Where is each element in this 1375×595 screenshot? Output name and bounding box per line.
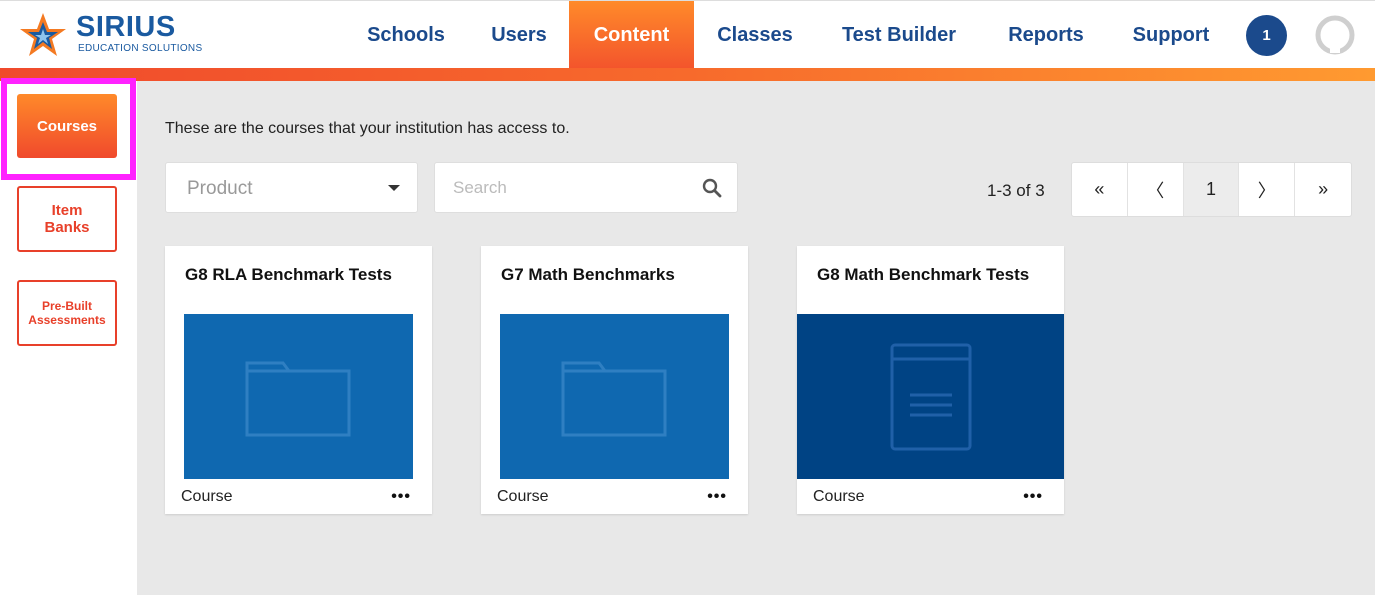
course-title: G8 RLA Benchmark Tests (185, 265, 392, 284)
sidebar-item-pre-built-assessments[interactable]: Pre-Built Assessments (17, 280, 117, 346)
more-options-icon[interactable]: ••• (707, 488, 727, 506)
results-range: 1-3 of 3 (987, 181, 1045, 200)
course-thumbnail (184, 314, 413, 479)
sirius-logo[interactable]: SIRIUS EDUCATION SOLUTIONS (18, 11, 202, 61)
nav-reports[interactable]: Reports (992, 1, 1100, 69)
folder-icon (245, 361, 350, 436)
top-header: SIRIUS EDUCATION SOLUTIONS Schools Users… (0, 0, 1375, 69)
course-type: Course (813, 488, 865, 505)
pagination-first-button[interactable]: « (1072, 163, 1128, 216)
pagination-prev-button[interactable]: 〈 (1128, 163, 1184, 216)
book-icon (890, 343, 971, 450)
brand-name: SIRIUS (76, 11, 176, 43)
course-type: Course (497, 488, 549, 505)
brand-tagline: EDUCATION SOLUTIONS (78, 43, 203, 54)
search-box (434, 162, 738, 213)
pagination-next-button[interactable]: 〉 (1239, 163, 1296, 216)
nav-schools[interactable]: Schools (350, 1, 462, 69)
nav-test-builder[interactable]: Test Builder (822, 1, 976, 69)
search-input[interactable] (453, 176, 693, 200)
star-logo-icon (20, 13, 66, 56)
user-avatar-icon[interactable] (1315, 15, 1355, 55)
nav-content[interactable]: Content (569, 1, 694, 69)
search-icon[interactable] (702, 178, 722, 198)
more-options-icon[interactable]: ••• (391, 488, 411, 506)
pagination-page-1[interactable]: 1 (1183, 163, 1240, 216)
course-title: G7 Math Benchmarks (501, 265, 675, 284)
course-title: G8 Math Benchmark Tests (817, 265, 1030, 284)
nav-users[interactable]: Users (474, 1, 564, 69)
header-accent-bar (0, 68, 1375, 81)
product-dropdown[interactable]: Product (165, 162, 418, 213)
sidebar-item-item-banks[interactable]: Item Banks (17, 186, 117, 252)
more-options-icon[interactable]: ••• (1023, 488, 1043, 506)
course-card[interactable]: G7 Math Benchmarks Course ••• (481, 246, 748, 514)
folder-icon (561, 361, 666, 436)
course-thumbnail (797, 314, 1064, 479)
pagination: « 〈 1 〉 » (1071, 162, 1352, 217)
nav-classes[interactable]: Classes (700, 1, 810, 69)
notification-badge[interactable]: 1 (1246, 15, 1287, 56)
pagination-last-button[interactable]: » (1295, 163, 1351, 216)
nav-support[interactable]: Support (1116, 1, 1226, 69)
product-dropdown-placeholder: Product (187, 178, 253, 199)
sidebar-item-courses[interactable]: Courses (17, 94, 117, 158)
caret-down-icon (388, 185, 400, 191)
intro-text: These are the courses that your institut… (165, 120, 570, 137)
course-thumbnail (500, 314, 729, 479)
course-card[interactable]: G8 Math Benchmark Tests Course ••• (797, 246, 1064, 514)
course-card[interactable]: G8 RLA Benchmark Tests Course ••• (165, 246, 432, 514)
course-type: Course (181, 488, 233, 505)
